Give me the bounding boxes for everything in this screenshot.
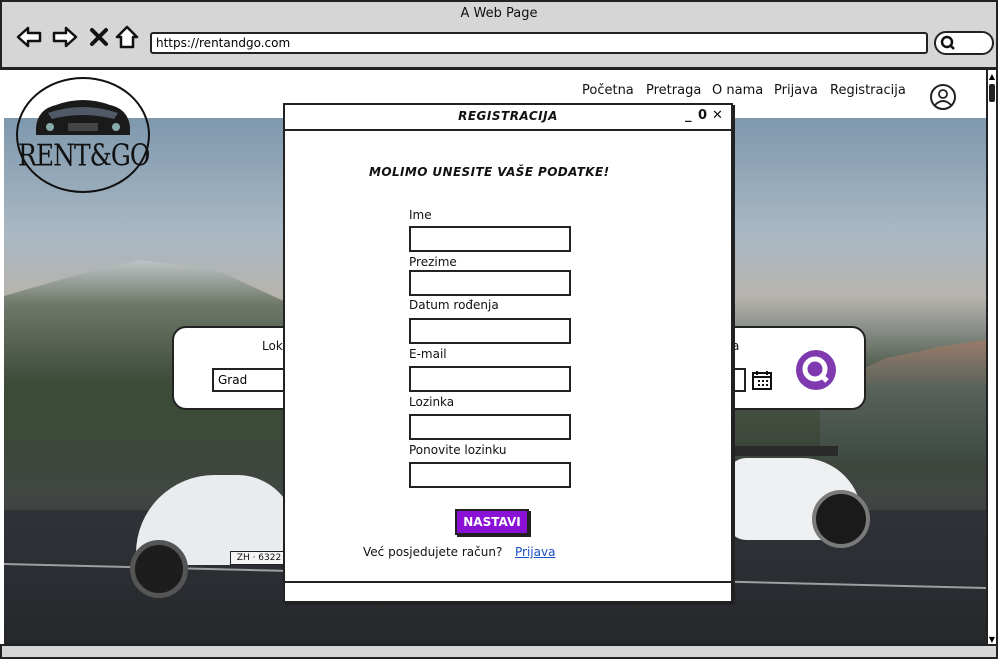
search-location-label: Lok [262, 339, 283, 353]
modal-heading: MOLIMO UNESITE VAŠE PODATKE! [369, 165, 610, 179]
submit-button[interactable]: NASTAVI [455, 509, 529, 535]
site-logo[interactable]: RENT&GO [16, 77, 150, 193]
modal-footer-divider [285, 581, 731, 583]
modal-title: REGISTRACIJA [458, 109, 558, 123]
nav-pocetna[interactable]: Početna [582, 83, 634, 98]
password-field[interactable] [409, 414, 571, 440]
search-button[interactable] [796, 350, 836, 390]
page-scrollbar[interactable]: ▲ ▼ [986, 70, 998, 646]
nav-pretraga[interactable]: Pretraga [646, 83, 701, 98]
forward-icon[interactable] [52, 24, 78, 50]
minimize-icon[interactable]: _ [685, 108, 692, 123]
home-icon[interactable] [114, 24, 140, 50]
browser-chrome: A Web Page https://rentandgo.com [0, 0, 998, 70]
email-field[interactable] [409, 366, 571, 392]
user-circle-icon[interactable] [930, 84, 956, 110]
repeat-password-field[interactable] [409, 462, 571, 488]
maximize-icon[interactable]: 0 [698, 108, 707, 123]
nav-registracija[interactable]: Registracija [830, 83, 906, 98]
nav-o-nama[interactable]: O nama [712, 83, 763, 98]
last-name-field[interactable] [409, 270, 571, 296]
scroll-up-icon[interactable]: ▲ [988, 72, 996, 81]
birth-date-label: Datum rođenja [409, 298, 499, 312]
nav-prijava[interactable]: Prijava [774, 83, 818, 98]
first-name-label: Ime [409, 208, 432, 222]
close-icon[interactable]: ✕ [712, 108, 723, 123]
hero-car-spoiler [733, 446, 838, 456]
search-icon [802, 356, 829, 383]
hero-car-wheel [130, 540, 188, 598]
browser-search-field[interactable] [934, 31, 994, 55]
car-plate: ZH · 6322 [230, 551, 288, 565]
search-date-label: a [732, 339, 740, 353]
password-label: Lozinka [409, 395, 455, 409]
back-icon[interactable] [16, 24, 42, 50]
registration-modal: REGISTRACIJA _ 0 ✕ MOLIMO UNESITE VAŠE P… [283, 103, 733, 603]
birth-date-field[interactable] [409, 318, 571, 344]
last-name-label: Prezime [409, 255, 457, 269]
hero-car-wheel [812, 490, 870, 548]
have-account-text: Već posjedujete račun? [363, 545, 503, 559]
modal-titlebar: REGISTRACIJA _ 0 ✕ [285, 105, 731, 131]
scrollbar-thumb[interactable] [989, 84, 995, 102]
logo-text: RENT&GO [18, 138, 150, 173]
repeat-password-label: Ponovite lozinku [409, 443, 507, 457]
calendar-icon[interactable] [752, 370, 772, 390]
login-link[interactable]: Prijava [515, 545, 555, 559]
scroll-down-icon[interactable]: ▼ [988, 635, 996, 644]
first-name-field[interactable] [409, 226, 571, 252]
search-icon [940, 35, 956, 55]
horizontal-scrollbar[interactable] [0, 644, 998, 659]
close-icon[interactable] [86, 24, 112, 50]
email-label: E-mail [409, 347, 447, 361]
window-title: A Web Page [460, 6, 538, 21]
url-bar[interactable]: https://rentandgo.com [150, 32, 928, 54]
